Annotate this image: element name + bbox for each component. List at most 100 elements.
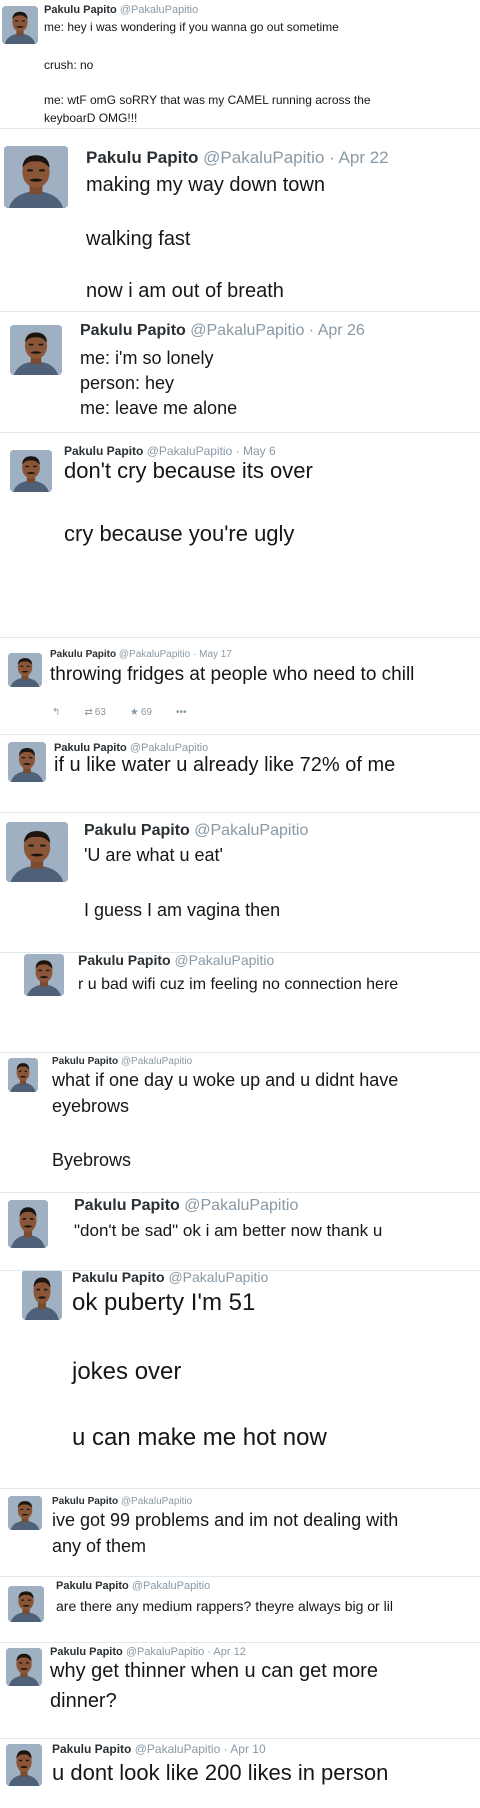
avatar[interactable] [8, 653, 42, 687]
author-name[interactable]: Pakulu Papito [74, 1197, 180, 1214]
author-handle[interactable]: @PakaluPapitio [126, 1646, 204, 1658]
tweet-card[interactable]: Pakulu Papito @PakaluPapitio · May 17 thr… [0, 637, 480, 734]
author-handle[interactable]: @PakaluPapitio [203, 148, 324, 167]
tweet-date[interactable]: May 17 [199, 649, 232, 660]
author-name[interactable]: Pakulu Papito [44, 4, 117, 16]
author-name[interactable]: Pakulu Papito [56, 1580, 129, 1592]
tweet-header: Pakulu Papito @PakaluPapitio · Apr 22 [86, 148, 389, 168]
author-name[interactable]: Pakulu Papito [52, 1056, 118, 1067]
tweet-card[interactable]: Pakulu Papito @PakaluPapitio me: hey i wa… [0, 0, 480, 128]
reply-icon[interactable]: ↰ [52, 707, 60, 718]
tweet-divider [0, 1270, 480, 1271]
tweet-text-line: now i am out of breath [86, 280, 284, 302]
author-handle[interactable]: @PakaluPapitio [135, 1742, 221, 1756]
tweet-date[interactable]: Apr 10 [230, 1742, 265, 1756]
tweet-text-line: are there any medium rappers? theyre alw… [56, 1598, 393, 1614]
like-count: 69 [140, 707, 152, 718]
tweet-divider [0, 1192, 480, 1193]
author-name[interactable]: Pakulu Papito [86, 148, 198, 167]
retweet-button[interactable]: ⇄ 63 [84, 707, 106, 718]
author-name[interactable]: Pakulu Papito [80, 322, 186, 339]
tweet-divider [0, 734, 480, 735]
tweet-date[interactable]: Apr 12 [213, 1646, 245, 1658]
tweet-text-line: "don't be sad" ok i am better now thank … [74, 1221, 383, 1240]
avatar[interactable] [6, 1648, 42, 1686]
author-handle[interactable]: @PakaluPapitio [174, 952, 274, 968]
avatar[interactable] [4, 146, 68, 208]
author-name[interactable]: Pakulu Papito [54, 742, 127, 754]
author-name[interactable]: Pakulu Papito [64, 444, 143, 458]
tweet-card[interactable]: Pakulu Papito @PakaluPapitio · Apr 22 mak… [0, 128, 480, 311]
star-icon: ★ [129, 707, 139, 718]
avatar[interactable] [2, 6, 38, 44]
avatar[interactable] [6, 822, 68, 882]
avatar[interactable] [6, 1744, 42, 1786]
tweet-header: Pakulu Papito @PakaluPapitio [54, 742, 208, 754]
avatar[interactable] [10, 325, 62, 375]
tweet-date[interactable]: May 6 [243, 444, 276, 458]
tweet-text-line: me: i'm so lonely [80, 348, 214, 368]
tweet-header: Pakulu Papito @PakaluPapitio · Apr 26 [80, 322, 365, 340]
tweet-text-line: 'U are what u eat' [84, 845, 223, 865]
author-handle[interactable]: @PakaluPapitio [119, 649, 190, 660]
tweet-card[interactable]: Pakulu Papito @PakaluPapitio 'U are what … [0, 812, 480, 952]
tweet-card[interactable]: Pakulu Papito @PakaluPapitio ive got 99 p… [0, 1488, 480, 1576]
author-handle[interactable]: @PakaluPapitio [190, 322, 304, 339]
tweet-text-line: r u bad wifi cuz im feeling no connectio… [78, 976, 399, 993]
like-button[interactable]: ★ 69 [130, 707, 152, 718]
tweet-divider [0, 128, 480, 129]
avatar[interactable] [8, 1200, 48, 1248]
author-handle[interactable]: @PakaluPapitio [120, 4, 198, 16]
tweet-date[interactable]: Apr 26 [318, 322, 365, 339]
author-name[interactable]: Pakulu Papito [50, 1646, 123, 1658]
retweet-icon: ⇄ [84, 707, 93, 718]
tweet-divider [0, 432, 480, 433]
tweet-card[interactable]: Pakulu Papito @PakaluPapitio · May 6 don'… [0, 432, 480, 637]
tweet-card[interactable]: Pakulu Papito @PakaluPapitio what if one … [0, 1052, 480, 1192]
tweet-divider [0, 1738, 480, 1739]
author-name[interactable]: Pakulu Papito [72, 1269, 165, 1285]
author-handle[interactable]: @PakaluPapitio [168, 1269, 268, 1285]
avatar[interactable] [24, 954, 64, 996]
tweet-divider [0, 1642, 480, 1643]
tweet-header: Pakulu Papito @PakaluPapitio · Apr 12 [50, 1646, 246, 1658]
avatar[interactable] [22, 1270, 62, 1320]
more-icon[interactable]: ••• [176, 707, 187, 718]
avatar[interactable] [10, 450, 52, 492]
tweet-header: Pakulu Papito @PakaluPapitio [74, 1197, 298, 1215]
avatar[interactable] [8, 742, 46, 782]
author-handle[interactable]: @PakaluPapitio [121, 1496, 192, 1507]
avatar[interactable] [8, 1058, 38, 1092]
tweet-card[interactable]: Pakulu Papito @PakaluPapitio · Apr 26 me:… [0, 311, 480, 432]
tweet-card[interactable]: Pakulu Papito @PakaluPapitio · Apr 10 u d… [0, 1738, 480, 1808]
tweet-date[interactable]: Apr 22 [339, 148, 389, 167]
author-name[interactable]: Pakulu Papito [52, 1496, 118, 1507]
author-handle[interactable]: @PakaluPapitio [121, 1056, 192, 1067]
tweet-text-line: walking fast [86, 228, 191, 250]
tweet-text-line: me: hey i was wondering if you wanna go … [44, 20, 339, 34]
tweet-header: Pakulu Papito @PakaluPapitio · May 17 [50, 649, 232, 660]
author-name[interactable]: Pakulu Papito [84, 822, 190, 839]
tweet-divider [0, 952, 480, 953]
author-handle[interactable]: @PakaluPapitio [194, 822, 308, 839]
avatar[interactable] [8, 1586, 44, 1622]
tweet-text-line: if u like water u already like 72% of me [54, 754, 396, 776]
tweet-card[interactable]: Pakulu Papito @PakaluPapitio r u bad wifi… [0, 952, 480, 1052]
avatar[interactable] [8, 1496, 42, 1530]
author-name[interactable]: Pakulu Papito [78, 952, 171, 968]
tweet-card[interactable]: Pakulu Papito @PakaluPapitio are there an… [0, 1576, 480, 1642]
tweet-divider [0, 1052, 480, 1053]
author-handle[interactable]: @PakaluPapitio [132, 1580, 210, 1592]
author-handle[interactable]: @PakaluPapitio [147, 444, 233, 458]
author-name[interactable]: Pakulu Papito [52, 1742, 131, 1756]
tweet-header: Pakulu Papito @PakaluPapitio · Apr 10 [52, 1742, 266, 1756]
tweet-card[interactable]: Pakulu Papito @PakaluPapitio "don't be sa… [0, 1192, 480, 1270]
author-name[interactable]: Pakulu Papito [50, 649, 116, 660]
author-handle[interactable]: @PakaluPapitio [130, 742, 208, 754]
tweet-card[interactable]: Pakulu Papito @PakaluPapitio if u like wa… [0, 734, 480, 812]
tweet-actions: ↰ ⇄ 63 ★ 69 ••• [52, 707, 211, 718]
author-handle[interactable]: @PakaluPapitio [184, 1197, 298, 1214]
tweet-card[interactable]: Pakulu Papito @PakaluPapitio ok puberty I… [0, 1269, 480, 1488]
tweet-text-line: person: hey [80, 373, 175, 393]
tweet-card[interactable]: Pakulu Papito @PakaluPapitio · Apr 12 why… [0, 1642, 480, 1738]
